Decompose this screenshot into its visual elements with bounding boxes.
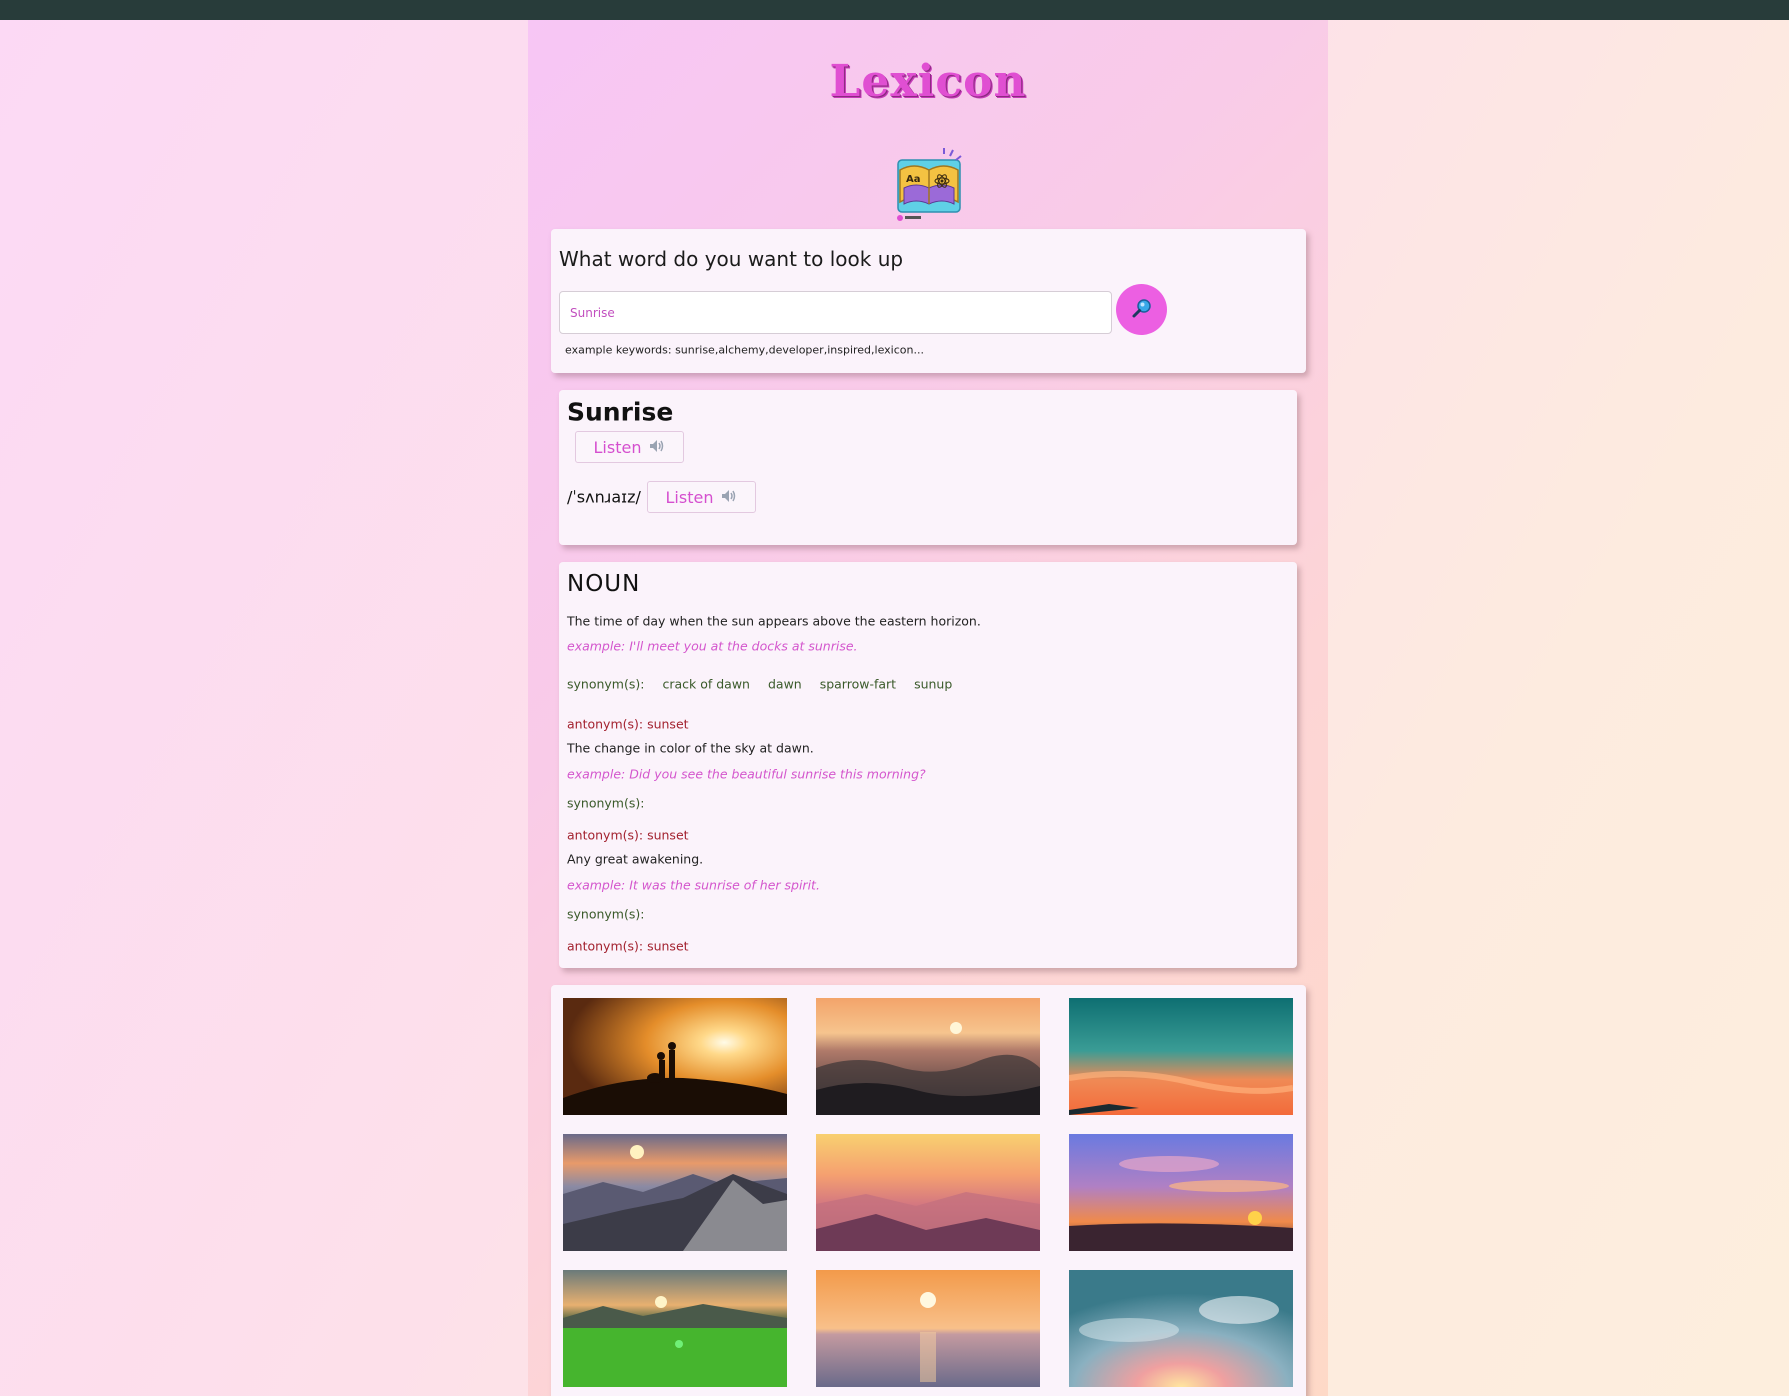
gallery-image-cloudy-sky-sunrise[interactable] <box>1069 1270 1293 1387</box>
phonetic-text: /ˈsʌnɹaɪz/ <box>567 487 641 507</box>
image-gallery <box>551 985 1306 1396</box>
gallery-image-green-field-sunrise[interactable] <box>563 1270 787 1387</box>
part-of-speech: NOUN <box>567 571 641 597</box>
word-title: Sunrise <box>567 397 674 427</box>
magnifier-icon <box>1131 297 1153 322</box>
speaker-icon <box>649 438 665 457</box>
synonym-item: sunup <box>914 676 953 692</box>
definition: The change in color of the sky at dawn. <box>567 740 814 756</box>
listen-button[interactable]: Listen <box>575 431 684 463</box>
gallery-image-sea-sunrise[interactable] <box>816 1270 1040 1387</box>
synonym-label: synonym(s): <box>567 676 645 692</box>
synonym-item: dawn <box>767 676 802 692</box>
book-atom-logo-icon: Aa <box>892 130 966 226</box>
speaker-icon <box>721 488 737 507</box>
gallery-image-purple-sky-sunset[interactable] <box>1069 1134 1293 1251</box>
gallery-image-pastel-mountains[interactable] <box>816 1134 1040 1251</box>
gallery-image-sunset-couple[interactable] <box>563 998 787 1115</box>
synonyms-row: synonym(s): crack of dawn dawn sparrow-f… <box>567 677 952 692</box>
browser-top-bar <box>0 0 1789 20</box>
synonym-item: crack of dawn <box>662 676 750 692</box>
word-card: Sunrise Listen /ˈsʌnɹaɪz/ Listen <box>559 390 1297 545</box>
search-heading: What word do you want to look up <box>559 247 904 271</box>
app-title: Lexicon <box>829 56 1027 107</box>
example-text: example: Did you see the beautiful sunri… <box>567 766 926 782</box>
antonyms-row: antonym(s): sunset <box>567 716 689 732</box>
search-button[interactable] <box>1116 284 1167 335</box>
synonyms-row: synonym(s): <box>567 795 645 811</box>
example-text: example: I'll meet you at the docks at s… <box>567 638 858 654</box>
gallery-image-mountain-sunrise[interactable] <box>563 1134 787 1251</box>
example-keywords: example keywords: sunrise,alchemy,develo… <box>565 343 924 357</box>
search-input[interactable] <box>559 291 1112 334</box>
antonyms-row: antonym(s): sunset <box>567 938 689 954</box>
example-text: example: It was the sunrise of her spiri… <box>567 877 820 893</box>
listen-label: Listen <box>665 487 714 507</box>
definition: The time of day when the sun appears abo… <box>567 613 981 629</box>
app-container: Lexicon Aa What word do you want to look… <box>528 20 1328 1396</box>
synonyms-row: synonym(s): <box>567 906 645 922</box>
meaning-card: NOUN The time of day when the sun appear… <box>559 562 1297 968</box>
listen-label: Listen <box>593 437 642 457</box>
synonym-item: sparrow-fart <box>819 676 897 692</box>
definition: Any great awakening. <box>567 851 704 867</box>
gallery-image-teal-orange-sky[interactable] <box>1069 998 1293 1115</box>
svg-text:Aa: Aa <box>906 174 921 185</box>
search-card: What word do you want to look up example… <box>551 229 1306 373</box>
gallery-image-ocean-wave-sunset[interactable] <box>816 998 1040 1115</box>
antonyms-row: antonym(s): sunset <box>567 827 689 843</box>
phonetic-listen-button[interactable]: Listen <box>647 481 756 513</box>
